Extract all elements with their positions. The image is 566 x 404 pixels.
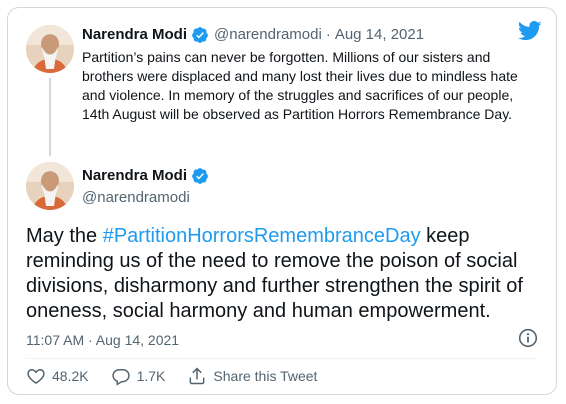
separator-dot: · — [325, 26, 331, 43]
tweet-author-row: Narendra Modi — [82, 166, 209, 186]
twitter-bird-icon[interactable] — [518, 21, 542, 41]
share-button[interactable]: Share this Tweet — [187, 366, 317, 386]
divider — [26, 358, 538, 359]
author-handle[interactable]: @narendramodi — [82, 188, 190, 208]
reply-bubble-icon — [111, 369, 130, 386]
info-icon[interactable] — [518, 328, 538, 348]
quoted-tweet-text: Partition’s pains can never be forgotten… — [82, 49, 518, 122]
author-name[interactable]: Narendra Modi — [82, 166, 187, 186]
action-bar: 48.2K 1.7K Share this Tweet — [26, 364, 317, 388]
hashtag-link[interactable]: #PartitionHorrorsRemembranceDay — [103, 225, 421, 247]
verified-badge-icon — [192, 168, 208, 184]
reply-count: 1.7K — [136, 368, 166, 384]
tweet-embed-card: Narendra Modi @narendramodi · Aug 14, 20… — [7, 7, 557, 395]
heart-icon — [27, 368, 45, 384]
quoted-tweet-header: Narendra Modi @narendramodi · Aug 14, 20… — [82, 25, 424, 45]
reply-button[interactable]: 1.7K — [111, 366, 166, 386]
tweet-text: May the #PartitionHorrorsRemembranceDay … — [26, 224, 546, 324]
share-label: Share this Tweet — [213, 368, 318, 384]
like-button[interactable]: 48.2K — [26, 366, 89, 386]
tweet-timestamp[interactable]: 11:07 AM · Aug 14, 2021 — [26, 330, 179, 350]
share-icon — [189, 367, 205, 385]
like-count: 48.2K — [52, 368, 89, 384]
author-name[interactable]: Narendra Modi — [82, 25, 187, 45]
tweet-date[interactable]: Aug 14, 2021 — [335, 25, 424, 45]
avatar[interactable] — [26, 162, 74, 210]
thread-connector — [49, 78, 51, 156]
avatar[interactable] — [26, 25, 74, 73]
verified-badge-icon — [192, 27, 208, 43]
author-handle[interactable]: @narendramodi — [214, 25, 322, 45]
tweet-text-start: May the — [26, 225, 103, 247]
